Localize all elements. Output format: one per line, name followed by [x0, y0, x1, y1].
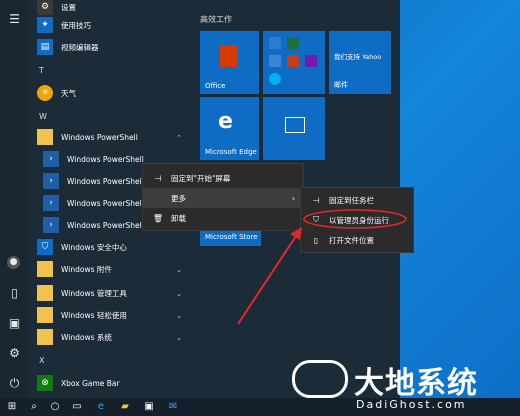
search-icon[interactable]: ⌕	[27, 400, 41, 414]
annotation-arrow-head	[290, 227, 302, 240]
annotation-arrow-shaft	[237, 232, 299, 325]
windows-start-icon[interactable]: ⊞	[5, 400, 19, 414]
highlight-ellipse	[303, 209, 407, 229]
task-view-icon[interactable]: ▭	[70, 400, 84, 414]
store-taskbar-icon[interactable]: ▣	[142, 400, 156, 414]
annotation-overlay	[237, 209, 407, 325]
mail-taskbar-icon[interactable]: ✉	[166, 400, 180, 414]
file-explorer-icon[interactable]: ▰	[118, 400, 132, 414]
watermark-url: DadiGhost.com	[356, 398, 467, 411]
dadi-logo-mark	[292, 360, 348, 398]
edge-taskbar-icon[interactable]: e	[94, 400, 108, 414]
watermark-text: 大地系统	[354, 366, 478, 401]
cortana-icon[interactable]: ○	[48, 400, 62, 414]
watermark-logo: 大地系统 DadiGhost.com	[292, 358, 520, 416]
